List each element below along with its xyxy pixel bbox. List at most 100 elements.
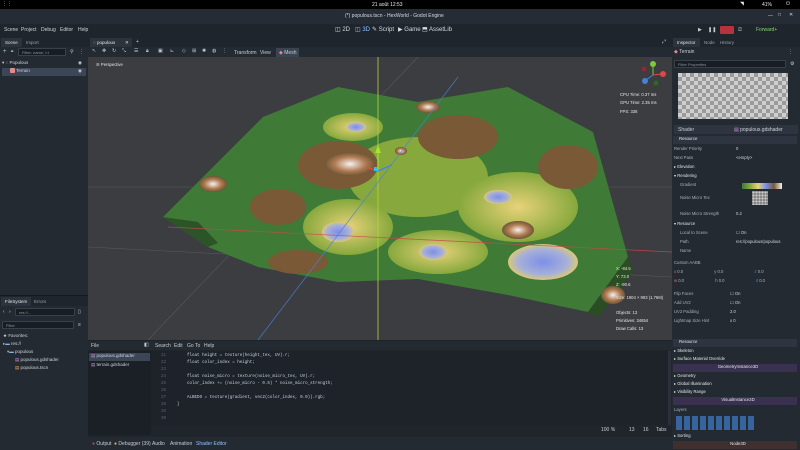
prop-flip-faces[interactable]: Flip Faces ☐ On [674,291,796,299]
tab-errors[interactable]: Errors [30,297,50,306]
prop-add-uv2[interactable]: Add UV2 ☐ On [674,300,796,308]
aabb-values-row-1[interactable]: x 0.0 y 0.0 z 0.0 [674,269,796,277]
lock-icon[interactable]: 🔒︎ [146,48,149,54]
list-select-icon[interactable]: ☰ [134,48,138,54]
filesystem-filter-input[interactable]: Filter [2,321,74,329]
menu-project[interactable]: Project [21,27,37,33]
add-node-icon[interactable]: + [3,49,7,55]
menu-transform[interactable]: Transform [234,50,257,56]
link-icon[interactable]: ⚭ [10,49,14,55]
noise-texture-preview[interactable] [752,191,768,205]
add-scene-tab-icon[interactable]: + [136,39,139,45]
visibility-eye-icon[interactable]: ◉ [78,60,82,66]
scale-tool-icon[interactable]: ⤡ [122,48,126,54]
group-visibility-range[interactable]: ▸ Visibility Range [674,389,796,397]
split-icon[interactable]: ▯ [78,309,81,315]
workspace-game[interactable]: ▶ Game [398,26,421,33]
expand-icon[interactable]: ▾ [2,60,4,65]
group-global-illumination[interactable]: ▸ Global Illumination [674,381,796,389]
workspace-script[interactable]: ✎ Script [372,26,394,33]
tab-filesystem[interactable]: FileSystem [1,297,32,306]
script-menu-goto[interactable]: Go To [187,343,200,349]
visibility-eye-icon[interactable]: ◉ [78,68,82,74]
terrain-render[interactable] [88,47,672,340]
prop-noise-micro-tex[interactable]: Noise Micro Tex [674,191,796,205]
distraction-free-icon[interactable]: ⤢ [662,39,666,45]
tree-node-populous[interactable]: ▾ ○ Populous ◉ [2,60,86,68]
layers-grid[interactable] [676,416,756,430]
pause-icon[interactable]: ❚❚ [708,27,716,33]
section-resource-2[interactable]: Resource [673,339,797,347]
aabb-values-row-2[interactable]: w 0.0 h 0.0 d 0.0 [674,278,796,286]
group-geometry[interactable]: ▸ Geometry [674,373,796,381]
code-scrollbar[interactable] [668,351,671,425]
movie-icon[interactable]: ⎚ [738,27,742,33]
menu-help[interactable]: Help [78,27,88,33]
preview-env-icon[interactable]: ◍ [212,48,216,54]
group-resource[interactable]: ▾ Resource [674,221,796,229]
group-surface-material-override[interactable]: ▸ Surface Material Override [674,356,796,364]
minimize-icon[interactable]: — [768,13,773,19]
prop-uv2-padding[interactable]: UV2 Padding 2.0 [674,309,796,317]
gradient-preview[interactable] [742,183,782,189]
rotate-tool-icon[interactable]: ↻ [112,48,116,54]
inspector-filter-input[interactable]: Filter Properties [674,60,786,68]
menu-view[interactable]: View [260,50,271,56]
tab-inspector[interactable]: Inspector [673,38,700,47]
fs-root[interactable]: ▸▬ res:// [3,341,21,349]
local-space-icon[interactable]: ◇ [182,48,186,54]
group-sorting[interactable]: ▸ Sorting [674,433,796,441]
shader-value[interactable]: ▤ populous.gdshader [734,127,783,133]
power-icon[interactable]: ⏻ [786,1,790,7]
select-tool-icon[interactable]: ↖ [92,48,96,54]
script-menu-edit[interactable]: Edit [174,343,183,349]
fs-folder-populous[interactable]: ▾▬ populous [7,349,33,357]
tab-import[interactable]: Import [22,38,43,47]
group-elevation[interactable]: ▸ Elevation [674,164,796,172]
play-icon[interactable]: ▶ [698,27,702,33]
apps-icon[interactable]: ⋮⋮ [2,1,12,7]
perspective-label[interactable]: ☰ Perspective [96,62,123,67]
preview-sun-icon[interactable]: ✺ [202,48,206,54]
snap-icon[interactable]: ⊞ [192,48,196,54]
back-icon[interactable]: ‹ [3,309,5,315]
local-to-scene-checkbox[interactable]: ☐ On [736,230,747,235]
inspector-options-icon[interactable]: ⚙ [790,61,794,67]
class-visual-instance-3d[interactable]: VisualInstance3D [673,397,797,405]
script-menu-search[interactable]: Search [155,343,171,349]
orientation-gizmo[interactable] [641,61,667,86]
workspace-3d[interactable]: ◫ 3D [355,26,370,33]
prop-layers[interactable]: Layers [674,407,796,415]
fs-file-gdshader[interactable]: ▤ populous.gdshader [15,357,59,365]
inspector-node-row[interactable]: ◆ Terrain ⋮ [674,49,798,58]
fs-file-tscn[interactable]: ▤ populous.tscn [15,365,48,373]
tab-scene[interactable]: Scene [1,38,22,47]
prop-local-to-scene[interactable]: Local to Scene ☐ On [674,230,796,238]
script-file-populous[interactable]: ▤ populous.gdshader [89,353,150,361]
renderer-label[interactable]: Forward+ [756,27,777,33]
menu-debug[interactable]: Debug [41,27,56,33]
object-menu-icon[interactable]: ⋮ [788,49,793,55]
tab-output[interactable]: ● Output [92,441,111,447]
shader-property-row[interactable]: Shader ▤ populous.gdshader [674,125,798,134]
group-rendering[interactable]: ▾ Rendering [674,173,796,181]
toggle-list-icon[interactable]: ◧ [144,342,149,348]
indent-mode[interactable]: Tabs [656,427,667,433]
class-node3d[interactable]: Node3D [673,441,797,449]
stop-button[interactable] [720,26,734,34]
prop-custom-aabb[interactable]: Custom AABB [674,260,796,268]
tab-animation[interactable]: Animation [170,441,192,447]
workspace-2d[interactable]: ◫ 2D [335,26,350,33]
scene-menu-icon[interactable]: ⋮ [79,49,84,55]
script-menu-file[interactable]: File [91,343,99,349]
tab-shader-editor[interactable]: Shader Editor [196,441,227,447]
tab-audio[interactable]: Audio [152,441,165,447]
ruler-icon[interactable]: ⊾ [170,48,174,54]
prop-render-priority[interactable]: Render Priority 0 [674,146,796,154]
battery-indicator[interactable]: 41% [762,2,772,8]
zoom-level[interactable]: 100 % [601,427,615,433]
filter-options-icon[interactable]: ⚲ [70,49,74,55]
sort-icon[interactable]: ≡ [78,322,81,328]
prop-next-pass[interactable]: Next Pass <empty> [674,155,796,163]
code-area[interactable]: 21 22 23 24 25 26 27 28 29 30 float heig… [151,351,669,425]
